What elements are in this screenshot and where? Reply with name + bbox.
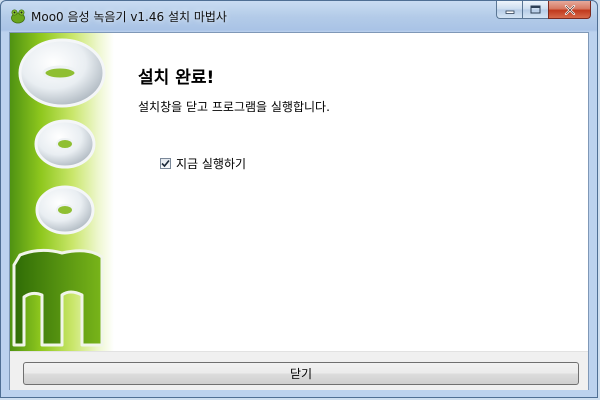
client-area: 설치 완료! 설치창을 닫고 프로그램을 실행합니다. 지금 실행하기 닫기 — [9, 32, 589, 390]
frog-app-icon — [11, 9, 25, 24]
close-window-button[interactable] — [548, 1, 591, 19]
minimize-button[interactable] — [496, 1, 522, 19]
window-title: Moo0 음성 녹음기 v1.46 설치 마법사 — [31, 10, 227, 24]
page-title: 설치 완료! — [138, 68, 215, 88]
completion-message: 설치창을 닫고 프로그램을 실행합니다. — [138, 100, 330, 114]
minimize-icon — [505, 10, 514, 14]
button-bar: 닫기 — [10, 351, 588, 390]
installer-window: Moo0 음성 녹음기 v1.46 설치 마법사 설치 완료! 설치창을 닫고 … — [0, 0, 598, 398]
maximize-button[interactable] — [522, 1, 548, 19]
window-controls — [496, 1, 591, 21]
close-installer-button[interactable]: 닫기 — [23, 362, 579, 385]
moo0-logo — [12, 38, 106, 347]
side-banner — [10, 33, 114, 351]
close-icon — [564, 4, 575, 15]
maximize-icon — [530, 5, 541, 14]
run-now-checkbox[interactable] — [160, 158, 171, 169]
checkmark-icon — [161, 159, 170, 168]
run-now-option[interactable]: 지금 실행하기 — [160, 155, 246, 172]
run-now-label[interactable]: 지금 실행하기 — [176, 155, 246, 172]
title-bar[interactable]: Moo0 음성 녹음기 v1.46 설치 마법사 — [1, 1, 597, 31]
